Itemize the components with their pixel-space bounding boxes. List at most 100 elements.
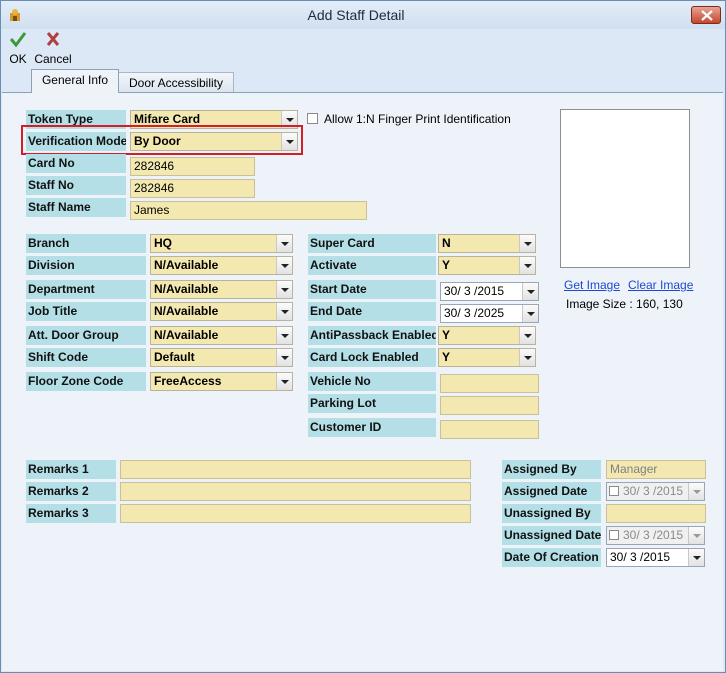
chevron-down-icon[interactable]: [276, 349, 292, 366]
allow-fp-checkbox[interactable]: [307, 113, 318, 124]
chevron-down-icon[interactable]: [688, 483, 704, 500]
antipassback-value: Y: [442, 328, 451, 342]
super-card-select[interactable]: N: [438, 234, 536, 253]
checkmark-icon: [9, 32, 27, 48]
activate-select[interactable]: Y: [438, 256, 536, 275]
chevron-down-icon[interactable]: [688, 527, 704, 544]
assigned-date-value: 30/ 3 /2015: [623, 484, 684, 498]
department-select[interactable]: N/Available: [150, 280, 293, 299]
unassigned-by-input[interactable]: [606, 504, 706, 523]
branch-label: Branch: [26, 234, 146, 253]
chevron-down-icon[interactable]: [519, 235, 535, 252]
division-value: N/Available: [154, 258, 219, 272]
unassigned-date-picker[interactable]: 30/ 3 /2015: [606, 526, 705, 545]
department-label: Department: [26, 280, 146, 299]
shift-code-select[interactable]: Default: [150, 348, 293, 367]
division-label: Division: [26, 256, 146, 275]
parking-lot-input[interactable]: [440, 396, 539, 415]
highlight-box: [21, 125, 303, 155]
end-date-value: 30/ 3 /2025: [444, 306, 505, 320]
chevron-down-icon[interactable]: [688, 549, 704, 566]
remarks1-label: Remarks 1: [26, 460, 116, 479]
chevron-down-icon[interactable]: [276, 281, 292, 298]
unassigned-by-label: Unassigned By: [502, 504, 601, 523]
shift-code-value: Default: [154, 350, 195, 364]
cancel-button[interactable]: Cancel: [33, 30, 73, 66]
chevron-down-icon[interactable]: [519, 257, 535, 274]
chevron-down-icon[interactable]: [276, 373, 292, 390]
end-date-picker[interactable]: 30/ 3 /2025: [440, 304, 539, 323]
cancel-x-icon: [46, 32, 60, 46]
customer-id-input[interactable]: [440, 420, 539, 439]
close-button[interactable]: [691, 6, 721, 24]
ok-label: OK: [9, 52, 27, 66]
chevron-down-icon[interactable]: [519, 349, 535, 366]
allow-fp-label: Allow 1:N Finger Print Identification: [324, 112, 511, 126]
cancel-label: Cancel: [34, 52, 72, 66]
tab-general-info[interactable]: General Info: [31, 69, 119, 93]
date-of-creation-label: Date Of Creation: [502, 548, 601, 567]
branch-value: HQ: [154, 236, 172, 250]
tab-door-accessibility[interactable]: Door Accessibility: [118, 72, 234, 92]
vehicle-no-input[interactable]: [440, 374, 539, 393]
chevron-down-icon[interactable]: [276, 257, 292, 274]
remarks3-input[interactable]: [120, 504, 471, 523]
assigned-by-input[interactable]: Manager: [606, 460, 706, 479]
window-title: Add Staff Detail: [307, 7, 405, 23]
att-door-group-select[interactable]: N/Available: [150, 326, 293, 345]
staff-name-label: Staff Name: [26, 198, 126, 217]
title-bar[interactable]: Add Staff Detail: [1, 1, 725, 29]
assigned-date-picker[interactable]: 30/ 3 /2015: [606, 482, 705, 501]
job-title-select[interactable]: N/Available: [150, 302, 293, 321]
assigned-date-label: Assigned Date: [502, 482, 601, 501]
start-date-picker[interactable]: 30/ 3 /2015: [440, 282, 539, 301]
assigned-date-checkbox[interactable]: [609, 486, 619, 496]
job-title-value: N/Available: [154, 304, 219, 318]
floor-zone-code-label: Floor Zone Code: [26, 372, 146, 391]
start-date-label: Start Date: [308, 280, 436, 299]
job-title-label: Job Title: [26, 302, 146, 321]
antipassback-select[interactable]: Y: [438, 326, 536, 345]
floor-zone-code-select[interactable]: FreeAccess: [150, 372, 293, 391]
remarks1-input[interactable]: [120, 460, 471, 479]
staff-no-input[interactable]: 282846: [130, 179, 255, 198]
super-card-value: N: [442, 236, 451, 250]
remarks2-input[interactable]: [120, 482, 471, 501]
assigned-by-label: Assigned By: [502, 460, 601, 479]
chevron-down-icon[interactable]: [276, 303, 292, 320]
tab-strip: General Info Door Accessibility: [1, 69, 725, 93]
remarks2-label: Remarks 2: [26, 482, 116, 501]
ok-button[interactable]: OK: [7, 30, 29, 66]
card-lock-value: Y: [442, 350, 451, 364]
activate-value: Y: [442, 258, 451, 272]
card-no-input[interactable]: 282846: [130, 157, 255, 176]
close-icon: [701, 10, 713, 21]
date-of-creation-value: 30/ 3 /2015: [610, 550, 671, 564]
date-of-creation-picker[interactable]: 30/ 3 /2015: [606, 548, 705, 567]
division-select[interactable]: N/Available: [150, 256, 293, 275]
clear-image-link[interactable]: Clear Image: [628, 278, 693, 292]
card-lock-select[interactable]: Y: [438, 348, 536, 367]
end-date-label: End Date: [308, 302, 436, 321]
parking-lot-label: Parking Lot: [308, 394, 436, 413]
chevron-down-icon[interactable]: [522, 283, 538, 300]
add-staff-window: Add Staff Detail OK Cancel General Info …: [0, 0, 726, 673]
chevron-down-icon[interactable]: [522, 305, 538, 322]
department-value: N/Available: [154, 282, 219, 296]
remarks3-label: Remarks 3: [26, 504, 116, 523]
unassigned-date-checkbox[interactable]: [609, 530, 619, 540]
chevron-down-icon[interactable]: [276, 327, 292, 344]
branch-select[interactable]: HQ: [150, 234, 293, 253]
chevron-down-icon[interactable]: [519, 327, 535, 344]
card-lock-label: Card Lock Enabled: [308, 348, 436, 367]
card-no-label: Card No: [26, 154, 126, 173]
chevron-down-icon[interactable]: [276, 235, 292, 252]
activate-label: Activate: [308, 256, 436, 275]
unassigned-date-value: 30/ 3 /2015: [623, 528, 684, 542]
vehicle-no-label: Vehicle No: [308, 372, 436, 391]
antipassback-label: AntiPassback Enabled: [308, 326, 436, 345]
floor-zone-code-value: FreeAccess: [154, 374, 222, 388]
get-image-link[interactable]: Get Image: [564, 278, 620, 292]
unassigned-date-label: Unassigned Date: [502, 526, 601, 545]
staff-name-input[interactable]: James: [130, 201, 367, 220]
